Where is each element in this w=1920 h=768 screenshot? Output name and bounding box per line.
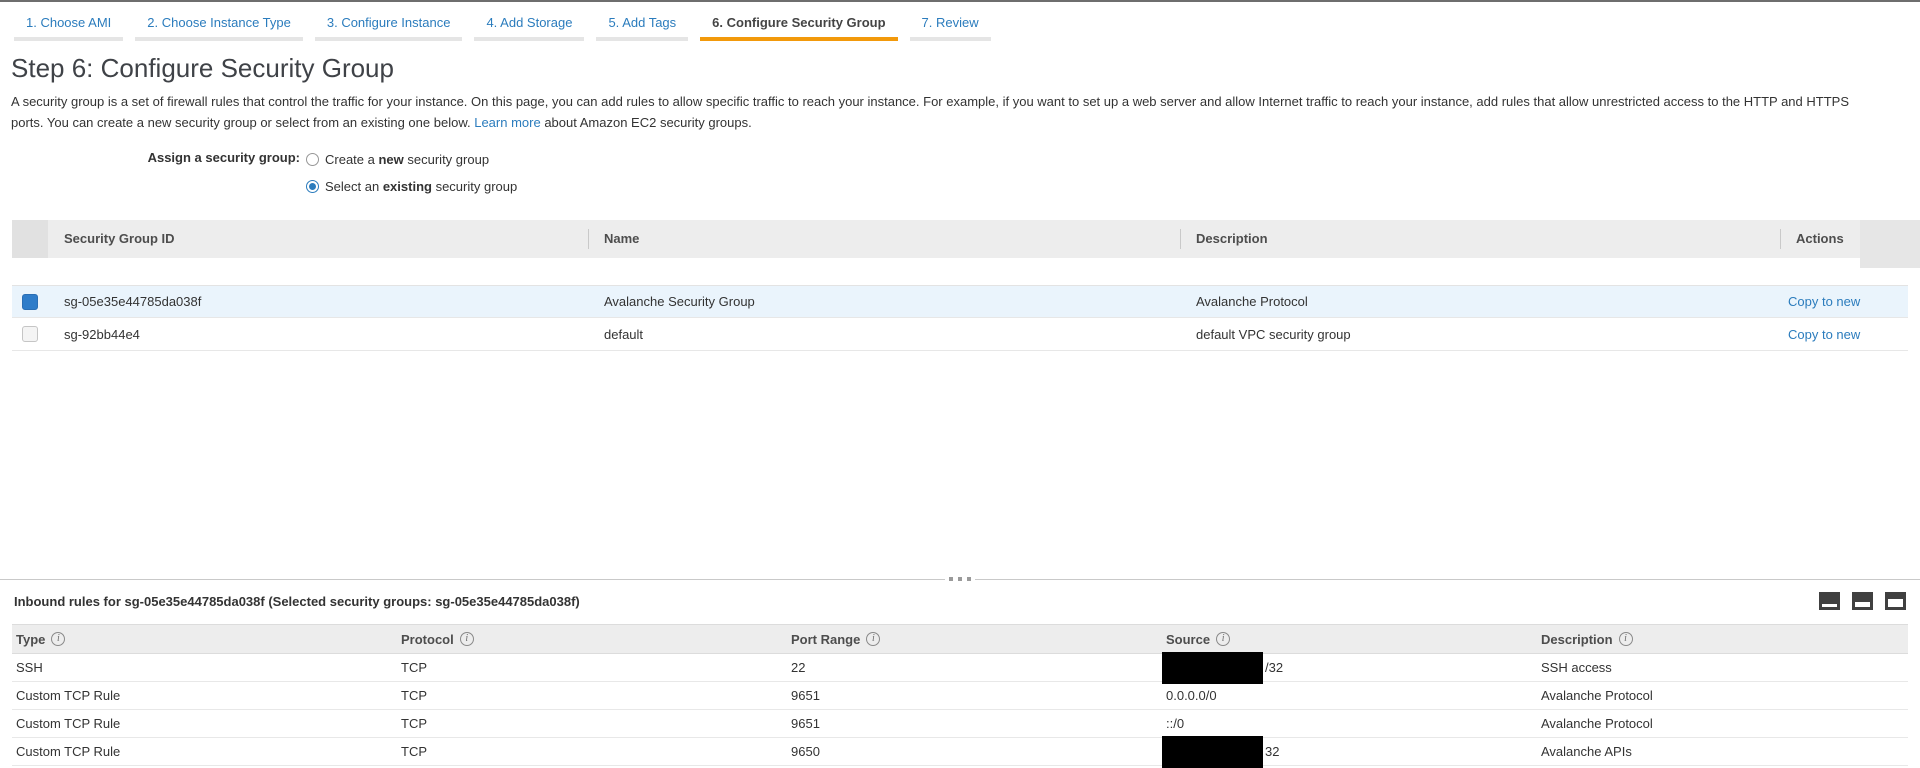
info-icon[interactable] (866, 632, 880, 646)
learn-more-link[interactable]: Learn more (474, 115, 540, 130)
column-header-port-range: Port Range (787, 632, 1162, 647)
page-description: A security group is a set of firewall ru… (11, 91, 1867, 133)
rule-source: 0.0.0.0/0 (1162, 688, 1537, 703)
option-label: Create a new security group (325, 152, 489, 167)
inbound-rule-row-ssh: SSH TCP 22 /32 SSH access (12, 654, 1908, 682)
row-checkbox-unchecked[interactable] (22, 326, 38, 342)
rule-protocol: TCP (397, 744, 787, 759)
page-title: Step 6: Configure Security Group (11, 53, 1920, 84)
table-scrollbar[interactable] (1860, 220, 1920, 268)
inbound-rules-header-bar: Inbound rules for sg-05e35e44785da038f (… (0, 580, 1920, 610)
security-groups-table: Security Group ID Name Description Actio… (12, 220, 1908, 351)
description-text-after: about Amazon EC2 security groups. (541, 115, 752, 130)
rule-port-range: 9650 (787, 744, 1162, 759)
security-group-description: default VPC security group (1180, 327, 1780, 342)
redacted-source-box (1162, 736, 1263, 768)
row-checkbox-checked[interactable] (22, 294, 38, 310)
info-icon[interactable] (51, 632, 65, 646)
column-header-description: Description (1180, 220, 1780, 258)
option-label: Select an existing security group (325, 179, 517, 194)
rule-description: Avalanche APIs (1537, 744, 1908, 759)
radio-button-icon-checked[interactable] (306, 180, 319, 193)
radio-button-icon[interactable] (306, 153, 319, 166)
security-group-name: default (588, 327, 1180, 342)
security-group-id: sg-92bb44e4 (48, 327, 588, 342)
copy-to-new-link[interactable]: Copy to new (1788, 327, 1860, 342)
rule-description: Avalanche Protocol (1537, 688, 1908, 703)
wizard-step-tabs: 1. Choose AMI 2. Choose Instance Type 3.… (0, 2, 1920, 41)
rule-protocol: TCP (397, 716, 787, 731)
security-group-id: sg-05e35e44785da038f (48, 294, 588, 309)
drag-handle-icon[interactable] (945, 575, 975, 583)
rule-port-range: 9651 (787, 688, 1162, 703)
inbound-rule-row-9651-ipv4: Custom TCP Rule TCP 9651 0.0.0.0/0 Avala… (12, 682, 1908, 710)
rule-source: 32 (1162, 744, 1537, 760)
column-header-name: Name (588, 220, 1180, 258)
assign-security-group-section: Assign a security group: Create a new se… (0, 146, 1920, 200)
tab-configure-instance[interactable]: 3. Configure Instance (315, 7, 463, 41)
rule-protocol: TCP (397, 688, 787, 703)
tab-add-tags[interactable]: 5. Add Tags (596, 7, 688, 41)
inbound-rules-table-header: Type Protocol Port Range Source Descript… (12, 624, 1908, 654)
tab-choose-instance-type[interactable]: 2. Choose Instance Type (135, 7, 303, 41)
inbound-rules-table: Type Protocol Port Range Source Descript… (12, 624, 1908, 766)
rule-description: Avalanche Protocol (1537, 716, 1908, 731)
inbound-rule-row-9651-ipv6: Custom TCP Rule TCP 9651 ::/0 Avalanche … (12, 710, 1908, 738)
info-icon[interactable] (460, 632, 474, 646)
inbound-rules-title: Inbound rules for sg-05e35e44785da038f (… (14, 594, 580, 609)
description-text-before: A security group is a set of firewall ru… (11, 94, 1849, 130)
column-header-protocol: Protocol (397, 632, 787, 647)
tab-review[interactable]: 7. Review (910, 7, 991, 41)
tab-configure-security-group[interactable]: 6. Configure Security Group (700, 7, 897, 41)
tab-choose-ami[interactable]: 1. Choose AMI (14, 7, 123, 41)
rule-type: SSH (12, 660, 397, 675)
split-panel-medium-icon[interactable] (1852, 592, 1873, 610)
rule-source: ::/0 (1162, 716, 1537, 731)
security-group-name: Avalanche Security Group (588, 294, 1180, 309)
radio-select-existing-security-group[interactable]: Select an existing security group (306, 173, 517, 200)
column-header-description: Description (1537, 632, 1908, 647)
panel-size-toggles (1819, 592, 1906, 610)
security-group-row-default[interactable]: sg-92bb44e4 default default VPC security… (12, 318, 1908, 351)
tab-add-storage[interactable]: 4. Add Storage (474, 7, 584, 41)
split-panel-large-icon[interactable] (1885, 592, 1906, 610)
rule-type: Custom TCP Rule (12, 716, 397, 731)
inbound-rule-row-9650: Custom TCP Rule TCP 9650 32 Avalanche AP… (12, 738, 1908, 766)
rule-type: Custom TCP Rule (12, 744, 397, 759)
security-group-description: Avalanche Protocol (1180, 294, 1780, 309)
security-group-row-avalanche[interactable]: sg-05e35e44785da038f Avalanche Security … (12, 285, 1908, 318)
checkbox-column-header (12, 220, 48, 258)
column-header-source: Source (1162, 632, 1537, 647)
rule-port-range: 9651 (787, 716, 1162, 731)
split-panel-divider (0, 579, 1920, 580)
assign-security-group-label: Assign a security group: (0, 146, 300, 200)
info-icon[interactable] (1619, 632, 1633, 646)
info-icon[interactable] (1216, 632, 1230, 646)
rule-source: /32 (1162, 660, 1537, 676)
split-panel-small-icon[interactable] (1819, 592, 1840, 610)
rule-description: SSH access (1537, 660, 1908, 675)
copy-to-new-link[interactable]: Copy to new (1788, 294, 1860, 309)
rule-protocol: TCP (397, 660, 787, 675)
radio-create-new-security-group[interactable]: Create a new security group (306, 146, 517, 173)
security-groups-table-header: Security Group ID Name Description Actio… (12, 220, 1908, 258)
column-header-security-group-id: Security Group ID (48, 220, 588, 258)
redacted-source-box (1162, 652, 1263, 684)
rule-type: Custom TCP Rule (12, 688, 397, 703)
column-header-type: Type (12, 632, 397, 647)
rule-port-range: 22 (787, 660, 1162, 675)
